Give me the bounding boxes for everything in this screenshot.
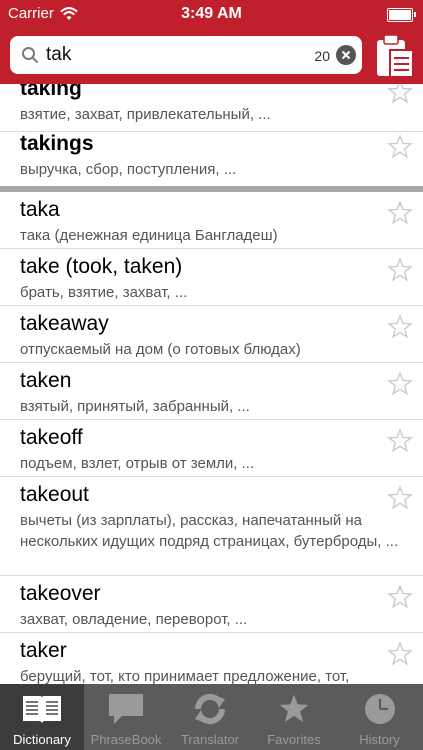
close-icon xyxy=(341,50,351,60)
tab-icon-wrap xyxy=(0,690,84,728)
list-item[interactable]: takeover захват, овладение, переворот, .… xyxy=(0,576,423,633)
entry-translation: отпускаемый на дом (о готовых блюдах) xyxy=(20,341,301,358)
entry-word: takeaway xyxy=(20,312,109,335)
tab-bar: Dictionary PhraseBook Translator Favorit… xyxy=(0,684,423,750)
entry-translation: выручка, сбор, поступления, ... xyxy=(20,161,237,178)
tab-label: Translator xyxy=(180,732,240,747)
book-icon xyxy=(23,696,61,723)
entry-translation: вычеты (из зарплаты), рассказ, напечатан… xyxy=(20,512,399,550)
star-icon[interactable] xyxy=(387,200,413,226)
word-list[interactable]: taking взятие, захват, привлекательный, … xyxy=(0,84,423,684)
star-icon xyxy=(279,694,309,722)
tab-icon-wrap xyxy=(84,690,168,728)
tab-label: History xyxy=(359,732,400,747)
star-icon[interactable] xyxy=(387,584,413,610)
tab-icon-wrap xyxy=(252,690,336,728)
search-header: 20 xyxy=(0,28,423,84)
entry-word: takeout xyxy=(20,483,89,506)
star-icon[interactable] xyxy=(387,371,413,397)
entry-word: takeoff xyxy=(20,426,83,449)
list-item[interactable]: takeaway отпускаемый на дом (о готовых б… xyxy=(0,306,423,363)
status-bar: Carrier 3:49 AM xyxy=(0,0,423,28)
battery-icon xyxy=(387,8,416,22)
entry-word: taken xyxy=(20,369,72,392)
list-item[interactable]: taking взятие, захват, привлекательный, … xyxy=(0,84,423,132)
star-icon[interactable] xyxy=(387,314,413,340)
tab-phrasebook[interactable]: PhraseBook xyxy=(84,684,168,750)
entry-word: takeover xyxy=(20,582,101,605)
list-item[interactable]: takeoff подъем, взлет, отрыв от земли, .… xyxy=(0,420,423,477)
entry-word: takings xyxy=(20,132,94,155)
entry-translation: берущий, тот, кто принимает предложение,… xyxy=(20,668,350,684)
entry-translation: взятие, захват, привлекательный, ... xyxy=(20,106,271,123)
speech-bubble-icon xyxy=(109,694,143,724)
entry-word: taking xyxy=(20,84,82,100)
list-item[interactable]: take (took, taken) брать, взятие, захват… xyxy=(0,249,423,306)
list-item[interactable]: takeout вычеты (из зарплаты), рассказ, н… xyxy=(0,477,423,576)
entry-translation: захват, овладение, переворот, ... xyxy=(20,611,248,628)
tab-favorites[interactable]: Favorites xyxy=(252,684,336,750)
star-icon[interactable] xyxy=(387,485,413,511)
tab-icon-wrap xyxy=(168,690,252,728)
refresh-arrows-icon xyxy=(194,693,226,725)
list-item[interactable]: takings выручка, сбор, поступления, ... xyxy=(0,132,423,186)
tab-label: PhraseBook xyxy=(90,732,162,747)
search-box[interactable]: 20 xyxy=(10,36,362,74)
search-input[interactable] xyxy=(46,42,306,68)
tab-history[interactable]: History xyxy=(336,684,423,750)
tab-label: Favorites xyxy=(267,732,321,747)
star-icon[interactable] xyxy=(387,641,413,667)
entry-word: taka xyxy=(20,198,60,221)
clipboard-paste-icon[interactable] xyxy=(375,34,415,78)
entry-word: take (took, taken) xyxy=(20,255,183,278)
search-icon xyxy=(22,47,38,63)
tab-dictionary[interactable]: Dictionary xyxy=(0,684,84,750)
clock-icon xyxy=(364,694,395,724)
tab-translator[interactable]: Translator xyxy=(168,684,252,750)
tab-label: Dictionary xyxy=(13,732,71,747)
list-item[interactable]: taken взятый, принятый, забранный, ... xyxy=(0,363,423,420)
list-item[interactable]: taka така (денежная единица Бангладеш) xyxy=(0,192,423,249)
result-count: 20 xyxy=(314,48,330,64)
tab-icon-wrap xyxy=(336,690,423,728)
status-time: 3:49 AM xyxy=(181,5,242,22)
star-icon[interactable] xyxy=(387,84,413,105)
entry-translation: подъем, взлет, отрыв от земли, ... xyxy=(20,455,255,472)
entry-translation: брать, взятие, захват, ... xyxy=(20,284,188,301)
star-icon[interactable] xyxy=(387,428,413,454)
star-icon[interactable] xyxy=(387,257,413,283)
list-item[interactable]: taker берущий, тот, кто принимает предло… xyxy=(0,633,423,684)
clear-search-button[interactable] xyxy=(336,45,356,65)
star-icon[interactable] xyxy=(387,134,413,160)
entry-translation: взятый, принятый, забранный, ... xyxy=(20,398,250,415)
entry-word: taker xyxy=(20,639,67,662)
entry-translation: така (денежная единица Бангладеш) xyxy=(20,227,278,244)
